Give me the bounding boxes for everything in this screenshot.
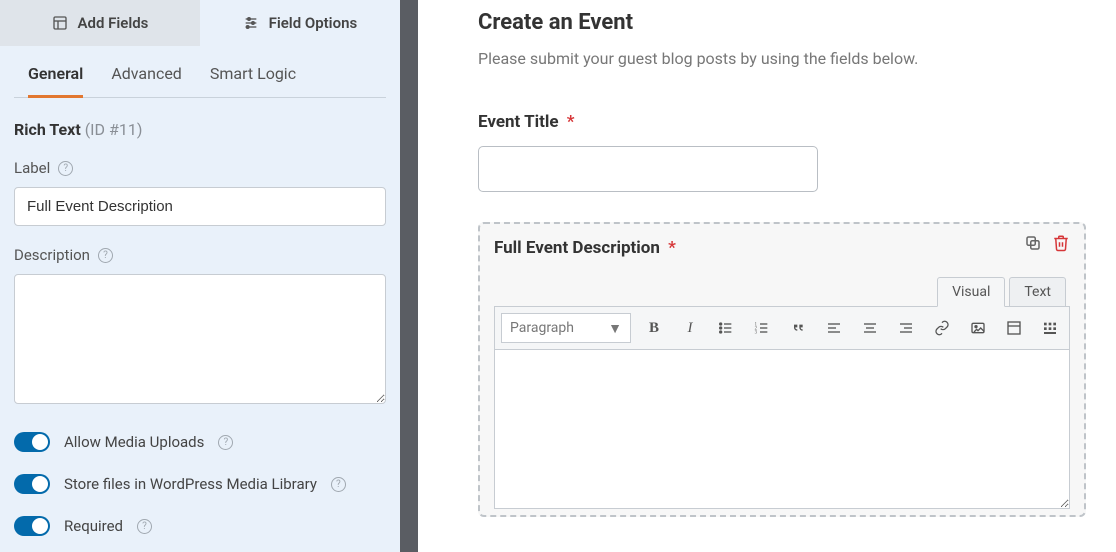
sub-tab-advanced[interactable]: Advanced	[111, 64, 182, 97]
bold-button[interactable]: B	[641, 315, 667, 341]
form-preview: Create an Event Please submit your guest…	[418, 0, 1116, 552]
event-title-input[interactable]	[478, 146, 818, 192]
help-icon[interactable]: ?	[58, 161, 73, 176]
toggle-allow-media-label: Allow Media Uploads	[64, 433, 204, 451]
insert-media-button[interactable]	[965, 315, 991, 341]
sidebar-sub-tabs: General Advanced Smart Logic	[14, 46, 386, 98]
field-heading: Rich Text (ID #11)	[0, 98, 400, 139]
toggle-allow-media[interactable]	[14, 432, 50, 452]
label-label-text: Label	[14, 159, 50, 177]
form-description: Please submit your guest blog posts by u…	[478, 49, 1086, 68]
toolbar-toggle-button[interactable]	[1037, 315, 1063, 341]
editor-tab-text[interactable]: Text	[1009, 277, 1066, 307]
sub-tab-general[interactable]: General	[28, 64, 83, 98]
editor-mode-tabs: Visual Text	[494, 276, 1070, 306]
blockquote-button[interactable]	[785, 315, 811, 341]
sidebar-field-options: Add Fields Field Options General Advance…	[0, 0, 400, 552]
format-select[interactable]: Paragraph ▼	[501, 313, 631, 343]
tab-field-options[interactable]: Field Options	[200, 0, 400, 46]
toggle-row-store-media: Store files in WordPress Media Library ?	[14, 474, 386, 494]
toggle-store-media[interactable]	[14, 474, 50, 494]
description-label-text: Description	[14, 246, 90, 264]
align-left-button[interactable]	[821, 315, 847, 341]
toggle-required-label: Required	[64, 517, 123, 535]
description-textarea[interactable]	[14, 274, 386, 404]
editor-toolbar: Paragraph ▼ B I 123	[494, 306, 1070, 349]
field-actions	[1024, 234, 1070, 252]
event-title-label: Event Title *	[478, 112, 1086, 132]
editor-tab-visual[interactable]: Visual	[937, 277, 1005, 307]
label-label: Label ?	[14, 159, 386, 177]
help-icon[interactable]: ?	[218, 435, 233, 450]
rich-text-label-text: Full Event Description	[494, 238, 660, 258]
sidebar-top-tabs: Add Fields Field Options	[0, 0, 400, 46]
trash-icon[interactable]	[1052, 234, 1070, 252]
panel-divider[interactable]	[400, 0, 418, 552]
italic-button[interactable]: I	[677, 315, 703, 341]
rich-text-label: Full Event Description *	[494, 238, 1070, 258]
toggle-store-media-label: Store files in WordPress Media Library	[64, 475, 317, 493]
label-input[interactable]	[14, 187, 386, 226]
group-label: Label ?	[0, 159, 400, 226]
layout-icon	[52, 15, 68, 31]
svg-text:3: 3	[755, 330, 758, 335]
field-id: (ID #11)	[85, 120, 143, 139]
bullet-list-button[interactable]	[713, 315, 739, 341]
help-icon[interactable]: ?	[331, 477, 346, 492]
link-button[interactable]	[929, 315, 955, 341]
field-type-name: Rich Text	[14, 120, 81, 139]
toggle-row-required: Required ?	[14, 516, 386, 536]
group-description: Description ?	[0, 246, 400, 408]
align-center-button[interactable]	[857, 315, 883, 341]
fullscreen-button[interactable]	[1001, 315, 1027, 341]
chevron-down-icon: ▼	[608, 320, 622, 337]
form-title: Create an Event	[478, 10, 1086, 35]
required-asterisk: *	[668, 238, 676, 258]
toggle-row-allow-media: Allow Media Uploads ?	[14, 432, 386, 452]
field-rich-text-selected[interactable]: Full Event Description * Visual Text Par…	[478, 222, 1086, 517]
help-icon[interactable]: ?	[98, 248, 113, 263]
toggle-list: Allow Media Uploads ? Store files in Wor…	[0, 408, 400, 536]
sliders-icon	[243, 15, 259, 31]
sub-tab-smart-logic[interactable]: Smart Logic	[210, 64, 296, 97]
description-label: Description ?	[14, 246, 386, 264]
duplicate-icon[interactable]	[1024, 234, 1042, 252]
help-icon[interactable]: ?	[137, 519, 152, 534]
format-select-value: Paragraph	[510, 320, 574, 336]
editor-content-area[interactable]	[494, 349, 1070, 509]
tab-field-options-label: Field Options	[269, 14, 358, 32]
toggle-required[interactable]	[14, 516, 50, 536]
align-right-button[interactable]	[893, 315, 919, 341]
event-title-label-text: Event Title	[478, 112, 559, 132]
field-event-title: Event Title *	[478, 112, 1086, 192]
numbered-list-button[interactable]: 123	[749, 315, 775, 341]
tab-add-fields-label: Add Fields	[78, 14, 149, 32]
required-asterisk: *	[567, 112, 575, 132]
tab-add-fields[interactable]: Add Fields	[0, 0, 200, 46]
